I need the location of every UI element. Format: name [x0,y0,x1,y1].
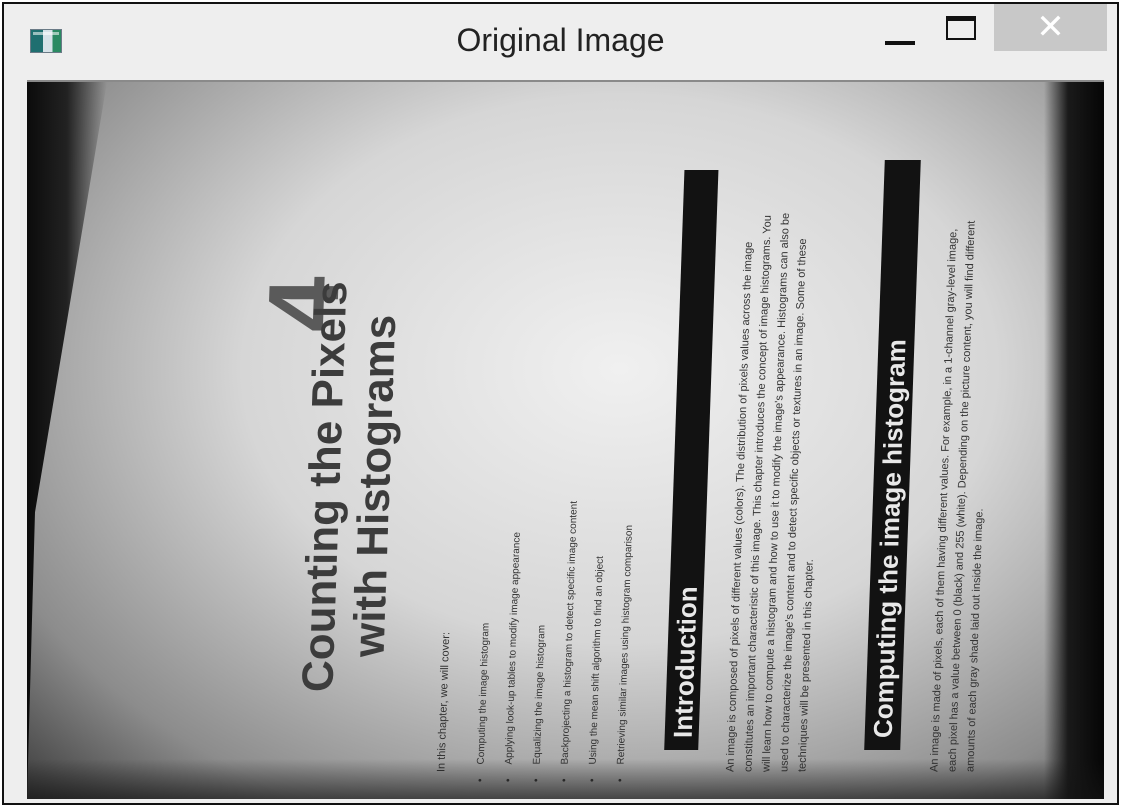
close-button[interactable]: ✕ [994,4,1107,51]
maximize-button[interactable] [934,14,990,56]
list-item: •Backprojecting a histogram to detect sp… [559,501,580,782]
image-shadow-right [1044,82,1104,799]
image-shadow-bottom [27,759,1104,799]
maximize-icon [946,16,976,40]
section-heading-introduction: Introduction [664,170,719,750]
image-display: 4 Counting the Pixels with Histograms In… [27,80,1104,799]
list-item: •Using the mean shift algorithm to find … [587,556,606,782]
section-text-computing-histogram: An image is made of pixels, each of them… [928,220,986,772]
list-item: •Applying look-up tables to modify image… [503,532,523,782]
list-item: •Retrieving similar images using histogr… [615,524,636,782]
chapter-title-line2: with Histograms [344,314,406,657]
chapter-intro-line: In this chapter, we will cover: [435,631,453,772]
minimize-icon [885,41,915,45]
section-text-introduction: An image is composed of pixels of differ… [724,212,816,772]
title-bar[interactable]: Original Image ✕ [4,4,1117,79]
minimize-button[interactable] [872,14,932,56]
section-heading-computing-histogram: Computing the image histogram [864,160,921,750]
app-window: Original Image ✕ 4 Counting the Pixels w… [2,2,1119,805]
close-icon: ✕ [1036,7,1065,47]
book-page: 4 Counting the Pixels with Histograms In… [74,82,1099,799]
